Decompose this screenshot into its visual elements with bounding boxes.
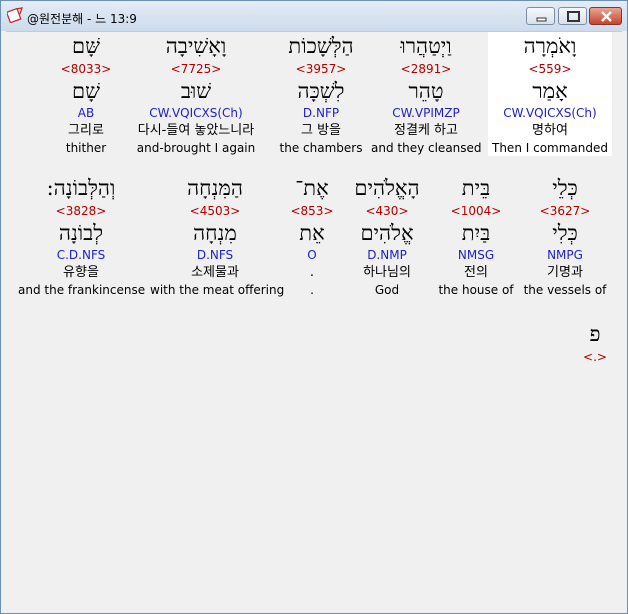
korean-gloss: 정결케 하고	[394, 123, 458, 138]
word-cell[interactable]: וַיְטַהֲרוּ <2891> טָהֵר CW.VPIMZP 정결케 하…	[371, 32, 482, 156]
korean-gloss: .	[309, 265, 315, 280]
hebrew-word: שָּׁם	[72, 34, 100, 58]
word-cell[interactable]: הַמִּנְחָה <4503> מִנְחָה D.NFS 소제물과 wit…	[150, 174, 285, 298]
hebrew-word: כְּלֵי	[552, 176, 578, 200]
word-cell[interactable]: וְהַלְּבוֹנָה: <3828> לְבוֹנָה C.D.NFS 유…	[18, 174, 146, 298]
korean-gloss: 기명과	[547, 265, 583, 280]
hebrew-word: וְהַלְּבוֹנָה:	[46, 176, 116, 200]
word-cell[interactable]: שָּׁם <8033> שָׁם AB 그리로 thither	[56, 32, 116, 156]
strong-number[interactable]: <3627>	[522, 202, 608, 220]
hebrew-word: הַמִּנְחָה	[187, 176, 243, 200]
hebrew-word: בֵּית	[461, 176, 491, 200]
english-gloss: thither	[65, 141, 107, 155]
strong-number[interactable]: <1004>	[438, 202, 514, 220]
hebrew-word: אֶת־	[295, 176, 329, 200]
hebrew-lemma: לִשְׁכָּה	[297, 79, 345, 103]
close-button[interactable]	[589, 7, 622, 25]
strong-number[interactable]: <2891>	[371, 60, 481, 78]
hebrew-lemma: שׁוּב	[180, 79, 212, 103]
close-icon	[601, 11, 612, 22]
maximize-button[interactable]	[558, 7, 587, 25]
maximize-icon	[567, 11, 580, 22]
english-gloss: the chambers	[279, 141, 363, 155]
minimize-icon	[536, 17, 547, 22]
hebrew-lemma: אֱלֹהִים	[360, 221, 414, 245]
word-cell[interactable]: אֶת־ <853> אֵת O . .	[286, 174, 338, 298]
hebrew-lemma: כְּלִי	[552, 221, 578, 245]
english-gloss: the house of	[438, 283, 514, 297]
parse-code: D.NFP	[302, 106, 340, 120]
word-cell[interactable]: פ <.>	[580, 320, 610, 366]
korean-gloss: 명하여	[532, 123, 568, 138]
parse-code: NMSG	[457, 248, 495, 262]
english-gloss: with the meat offering	[150, 283, 285, 297]
strong-number[interactable]: <853>	[286, 202, 338, 220]
app-window: @원전분해 - 느 13:9 וָאֹמְרָה <559> אָמַר CW.…	[0, 0, 628, 614]
hebrew-lemma: לְבוֹנָה	[58, 221, 104, 245]
strong-number[interactable]: <.>	[580, 348, 610, 366]
strong-number[interactable]: <4503>	[150, 202, 280, 220]
strong-number[interactable]: <3957>	[276, 60, 366, 78]
word-cell[interactable]: הָאֱלֹהִים <430> אֱלֹהִים D.NMP 하나님의 God	[344, 174, 430, 298]
strong-number[interactable]: <430>	[344, 202, 430, 220]
english-gloss: .	[310, 283, 314, 297]
word-cell[interactable]: כְּלֵי <3627> כְּלִי NMPG 기명과 the vessel…	[522, 174, 608, 298]
parse-code: AB	[77, 106, 95, 120]
parse-code: CW.VQICXS(Ch)	[503, 106, 597, 120]
english-gloss: and the frankincense	[18, 283, 146, 297]
korean-gloss: 소제물과	[191, 265, 239, 280]
parse-code: C.D.NFS	[56, 248, 106, 262]
hebrew-word: פ	[589, 322, 601, 346]
interlinear-panel: וָאֹמְרָה <559> אָמַר CW.VQICXS(Ch) 명하여 …	[6, 31, 622, 608]
word-cell[interactable]: וָאֹמְרָה <559> אָמַר CW.VQICXS(Ch) 명하여 …	[488, 32, 612, 156]
korean-gloss: 전의	[464, 265, 488, 280]
window-title: @원전분해 - 느 13:9	[27, 12, 137, 26]
minimize-button[interactable]	[526, 7, 555, 25]
korean-gloss: 유향을	[63, 265, 99, 280]
english-gloss: the vessels of	[523, 283, 607, 297]
parse-code: D.NMP	[367, 248, 407, 262]
hebrew-lemma: אֵת	[299, 221, 325, 245]
hebrew-lemma: בַּיִת	[461, 221, 491, 245]
app-icon	[7, 7, 23, 23]
english-gloss: and-brought I again	[136, 141, 256, 155]
parse-code: D.NFS	[196, 248, 234, 262]
english-gloss: and they cleansed	[371, 141, 482, 155]
title-bar[interactable]: @원전분해 - 느 13:9	[1, 1, 627, 31]
korean-gloss: 다시-들여 놓았느니라	[137, 123, 255, 138]
hebrew-word: וַיְטַהֲרוּ	[400, 34, 452, 58]
parse-code: CW.VPIMZP	[392, 106, 460, 120]
strong-number[interactable]: <8033>	[56, 60, 116, 78]
strong-number[interactable]: <7725>	[122, 60, 270, 78]
hebrew-word: הָאֱלֹהִים	[354, 176, 420, 200]
parse-code: O	[307, 248, 317, 262]
english-gloss: Then I commanded	[492, 141, 608, 155]
english-gloss: God	[374, 283, 400, 297]
hebrew-lemma: טָהֵר	[408, 79, 444, 103]
word-cell[interactable]: וָאָשִׁיבָה <7725> שׁוּב CW.VQICXS(Ch) 다…	[122, 32, 270, 156]
hebrew-lemma: שָׁם	[72, 79, 100, 103]
word-cell[interactable]: בֵּית <1004> בַּיִת NMSG 전의 the house of	[438, 174, 514, 298]
strong-number[interactable]: <3828>	[18, 202, 144, 220]
hebrew-lemma: מִנְחָה	[193, 221, 237, 245]
strong-number[interactable]: <559>	[488, 60, 612, 78]
korean-gloss: 하나님의	[363, 265, 411, 280]
parse-code: NMPG	[547, 248, 583, 262]
word-cell[interactable]: הַלְּשָׁכוֹת <3957> לִשְׁכָּה D.NFP 그 방을…	[276, 32, 366, 156]
hebrew-word: וָאָשִׁיבָה	[165, 34, 227, 58]
parse-code: CW.VQICXS(Ch)	[149, 106, 243, 120]
hebrew-word: הַלְּשָׁכוֹת	[288, 34, 354, 58]
hebrew-word: וָאֹמְרָה	[523, 34, 577, 58]
korean-gloss: 그 방을	[300, 123, 341, 138]
hebrew-lemma: אָמַר	[532, 79, 568, 103]
korean-gloss: 그리로	[68, 123, 104, 138]
